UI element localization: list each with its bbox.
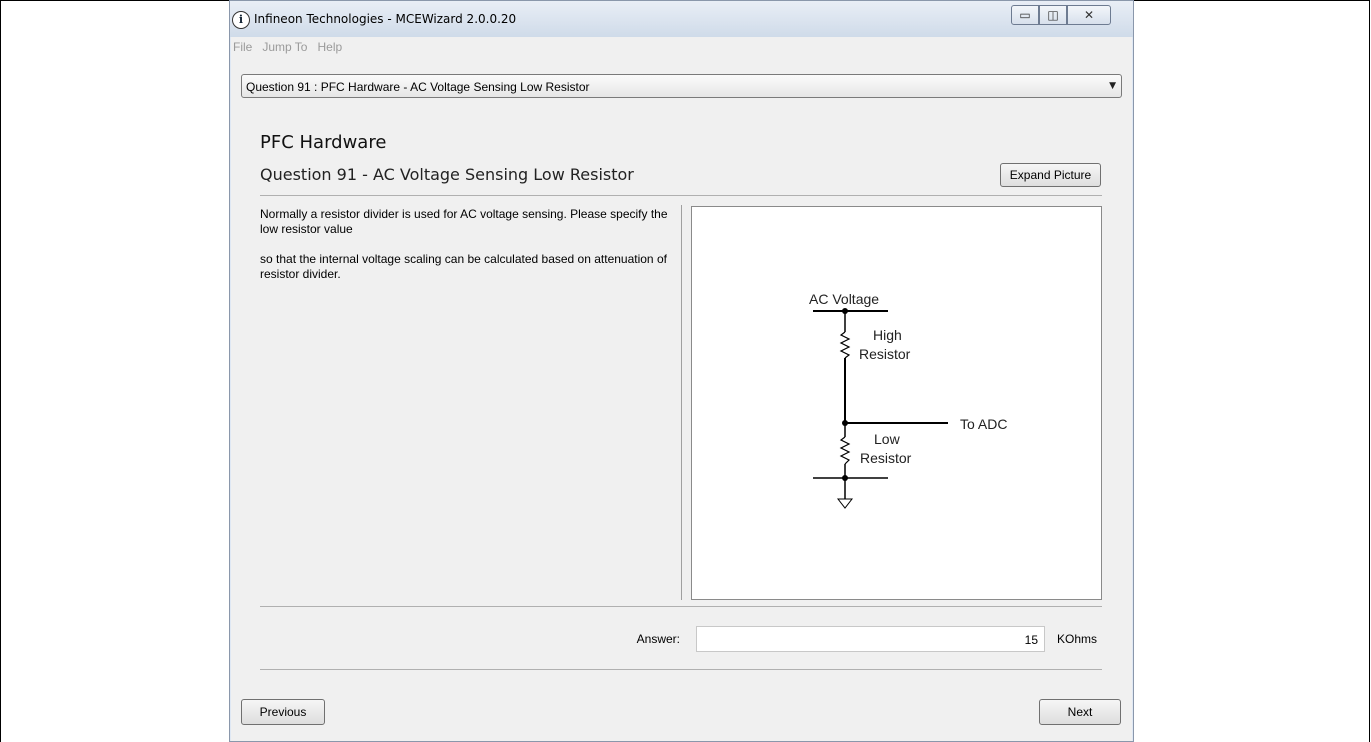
answer-unit: KOhms bbox=[1057, 632, 1098, 646]
high-resistor-symbol bbox=[839, 331, 851, 359]
menu-jump-to[interactable]: Jump To bbox=[262, 40, 307, 54]
maximize-icon[interactable]: ◫ bbox=[1039, 5, 1067, 25]
answer-label: Answer: bbox=[636, 632, 680, 646]
question-dropdown[interactable]: Question 91 : PFC Hardware - AC Voltage … bbox=[241, 74, 1122, 98]
question-dropdown-value: Question 91 : PFC Hardware - AC Voltage … bbox=[246, 80, 590, 94]
circuit-picture: AC Voltage High Resistor To ADC Low Resi… bbox=[691, 206, 1102, 600]
minimize-icon[interactable]: ▭ bbox=[1011, 5, 1039, 25]
label-low: Low bbox=[874, 431, 901, 447]
description-paragraph: Normally a resistor divider is used for … bbox=[260, 207, 668, 236]
label-high: High bbox=[873, 327, 902, 343]
low-resistor-symbol bbox=[839, 436, 851, 465]
previous-button[interactable]: Previous bbox=[241, 699, 325, 725]
label-ac-voltage: AC Voltage bbox=[809, 291, 879, 307]
app-window: i Infineon Technologies - MCEWizard 2.0.… bbox=[229, 0, 1134, 742]
window-controls: ▭ ◫ ✕ bbox=[1011, 5, 1111, 27]
content-divider bbox=[681, 205, 682, 600]
header-divider bbox=[260, 195, 1102, 196]
client-area: File Jump To Help Question 91 : PFC Hard… bbox=[231, 37, 1132, 741]
menu-file[interactable]: File bbox=[233, 40, 252, 54]
close-icon[interactable]: ✕ bbox=[1067, 5, 1111, 25]
section-title: PFC Hardware bbox=[260, 132, 387, 153]
menu-bar: File Jump To Help bbox=[231, 37, 1132, 57]
ground-icon bbox=[836, 498, 854, 509]
window-title: Infineon Technologies - MCEWizard 2.0.0.… bbox=[254, 12, 517, 26]
title-bar: i Infineon Technologies - MCEWizard 2.0.… bbox=[230, 1, 1133, 37]
label-low-resistor: Resistor bbox=[860, 450, 912, 466]
chevron-down-icon: ▼ bbox=[1109, 81, 1116, 91]
resistor-divider-diagram: AC Voltage High Resistor To ADC Low Resi… bbox=[809, 291, 1007, 509]
menu-help[interactable]: Help bbox=[317, 40, 342, 54]
next-button[interactable]: Next bbox=[1039, 699, 1121, 725]
label-to-adc: To ADC bbox=[960, 416, 1007, 432]
description-paragraph: so that the internal voltage scaling can… bbox=[260, 252, 667, 281]
answer-input[interactable]: 15 bbox=[696, 626, 1045, 652]
answer-bottom-divider bbox=[260, 669, 1102, 670]
question-description: Normally a resistor divider is used for … bbox=[260, 207, 670, 297]
question-title: Question 91 - AC Voltage Sensing Low Res… bbox=[260, 165, 634, 184]
info-icon: i bbox=[232, 11, 250, 29]
label-high-resistor: Resistor bbox=[859, 346, 911, 362]
expand-picture-button[interactable]: Expand Picture bbox=[1000, 163, 1101, 187]
answer-top-divider bbox=[260, 606, 1102, 607]
